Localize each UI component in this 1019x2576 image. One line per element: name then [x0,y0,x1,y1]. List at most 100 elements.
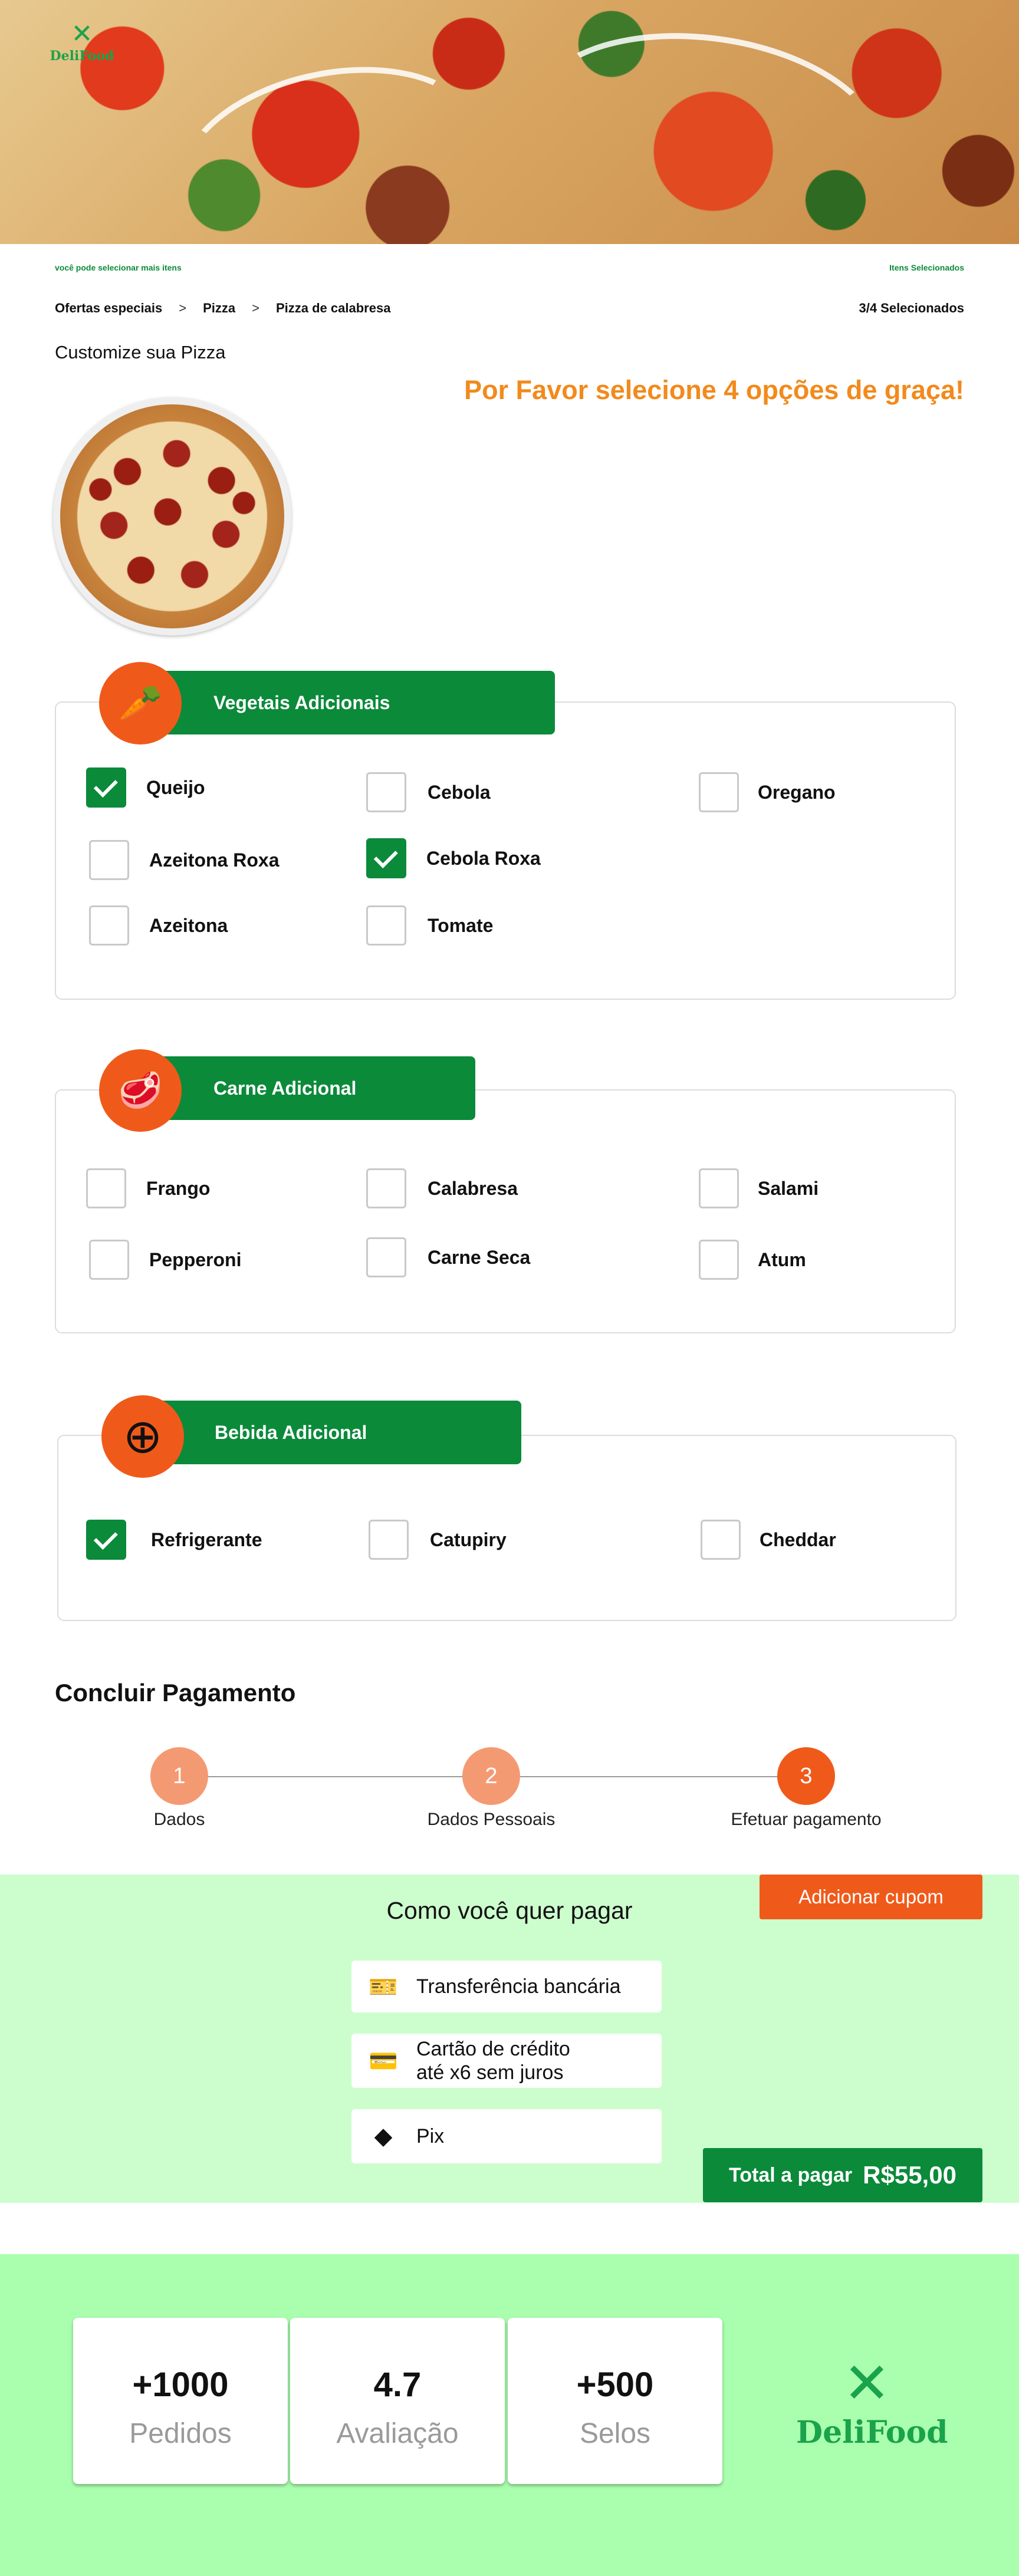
stat-card-rating: 4.7 Avaliação [290,2318,505,2484]
checkbox[interactable] [366,1237,406,1277]
option-catupiry[interactable]: Catupiry [369,1520,507,1560]
checkbox[interactable] [366,905,406,946]
option-cebola[interactable]: Cebola [366,772,491,812]
section-icon-badge: 🥕 [99,662,182,745]
stat-label: Avaliação [336,2418,459,2449]
checkbox[interactable] [366,1168,406,1208]
more-items-hint: você pode selecionar mais itens [55,263,182,272]
option-tomate[interactable]: Tomate [366,905,493,946]
stat-label: Pedidos [129,2418,232,2449]
selected-items-hint: Itens Selecionados [889,263,964,272]
option-label: Cebola Roxa [426,847,541,869]
section-header-vegetables: Vegetais Adicionais [127,671,555,734]
section-icon-badge: ⊕ [101,1395,184,1478]
credit-card-icon: 💳 [369,2048,398,2074]
payment-method-credit-card[interactable]: 💳 Cartão de crédito até x6 sem juros [351,2034,662,2088]
option-label: Salami [758,1177,819,1199]
page-title: Customize sua Pizza [55,342,226,363]
plus-circle-icon: ⊕ [123,1410,163,1462]
payment-method-label: Pix [416,2124,445,2147]
checkbox[interactable] [86,1168,126,1208]
chevron-right-icon: > [179,301,187,315]
option-label: Refrigerante [151,1529,262,1550]
payment-method-sublabel: até x6 sem juros [416,2061,564,2084]
option-label: Frango [146,1177,211,1199]
breadcrumb: Ofertas especiais > Pizza > Pizza de cal… [55,301,390,316]
step-2[interactable]: 2 [462,1747,520,1805]
breadcrumb-item-current[interactable]: Pizza de calabresa [276,301,390,316]
section-title: Vegetais Adicionais [213,691,390,713]
checkbox[interactable] [699,772,739,812]
total-to-pay-button[interactable]: Total a pagar R$55,00 [703,2148,982,2202]
step-connector [179,1776,471,1777]
option-cheddar[interactable]: Cheddar [701,1520,836,1560]
checkbox[interactable] [369,1520,409,1560]
option-label: Oregano [758,781,836,803]
payment-method-pix[interactable]: ◆ Pix [351,2109,662,2163]
payment-title: Concluir Pagamento [55,1679,296,1707]
checkbox[interactable] [366,838,406,878]
footer-logo[interactable]: ✕ DeliFood [796,2356,948,2451]
option-azeitona[interactable]: Azeitona [89,905,228,946]
stat-label: Selos [579,2418,651,2449]
total-value: R$55,00 [863,2161,956,2189]
chevron-right-icon: > [252,301,259,315]
option-azeitona-roxa[interactable]: Azeitona Roxa [89,840,279,880]
section-title: Carne Adicional [213,1077,357,1099]
checkbox[interactable] [86,1520,126,1560]
option-label: Queijo [146,776,205,798]
steak-icon: 🥩 [118,1070,163,1110]
checkbox[interactable] [699,1240,739,1280]
section-header-drinks: Bebida Adicional [127,1401,521,1464]
hero-banner-image: ✕ DeliFood [0,0,1019,244]
step-3[interactable]: 3 [777,1747,835,1805]
checkbox[interactable] [89,905,129,946]
option-cebola-roxa[interactable]: Cebola Roxa [366,838,541,878]
option-label: Catupiry [430,1529,507,1550]
section-icon-badge: 🥩 [99,1049,182,1132]
logo-text: DeliFood [50,48,114,64]
option-label: Cebola [428,781,491,803]
pix-icon: ◆ [374,2123,393,2149]
fork-knife-icon: ✕ [71,19,93,48]
option-label: Azeitona [149,914,228,936]
pizza-image [53,397,291,635]
payment-question: Como você quer pagar [386,1897,633,1924]
option-label: Carne Seca [428,1246,531,1268]
stat-value: +500 [576,2366,654,2404]
option-queijo[interactable]: Queijo [86,767,205,808]
option-pepperoni[interactable]: Pepperoni [89,1240,241,1280]
stat-value: +1000 [132,2366,229,2404]
option-refrigerante[interactable]: Refrigerante [86,1520,262,1560]
step-1[interactable]: 1 [150,1747,208,1805]
logo[interactable]: ✕ DeliFood [50,21,114,64]
section-meat [55,1089,956,1333]
option-label: Pepperoni [149,1249,242,1270]
breadcrumb-item-pizza[interactable]: Pizza [203,301,235,316]
checkbox[interactable] [86,767,126,808]
step-connector [520,1776,781,1777]
step-3-label: Efetuar pagamento [731,1810,882,1829]
option-frango[interactable]: Frango [86,1168,210,1208]
checkbox[interactable] [366,772,406,812]
option-label: Cheddar [760,1529,836,1550]
checkbox[interactable] [89,1240,129,1280]
selection-counter: 3/4 Selecionados [859,301,964,315]
stat-card-orders: +1000 Pedidos [73,2318,288,2484]
total-label: Total a pagar [729,2163,853,2186]
option-salami[interactable]: Salami [699,1168,819,1208]
option-label: Azeitona Roxa [149,849,280,871]
breadcrumb-item-ofertas[interactable]: Ofertas especiais [55,301,162,316]
payment-method-bank-transfer[interactable]: 🎫 Transferência bancária [351,1961,662,2012]
payment-method-label: Cartão de crédito [416,2038,570,2060]
option-atum[interactable]: Atum [699,1240,806,1280]
checkbox[interactable] [699,1168,739,1208]
payment-method-label: Transferência bancária [416,1975,621,1998]
checkbox[interactable] [701,1520,741,1560]
option-calabresa[interactable]: Calabresa [366,1168,518,1208]
checkbox[interactable] [89,840,129,880]
option-label: Tomate [428,914,494,936]
footer-logo-text: DeliFood [796,2414,948,2450]
option-carne-seca[interactable]: Carne Seca [366,1237,530,1277]
option-oregano[interactable]: Oregano [699,772,836,812]
